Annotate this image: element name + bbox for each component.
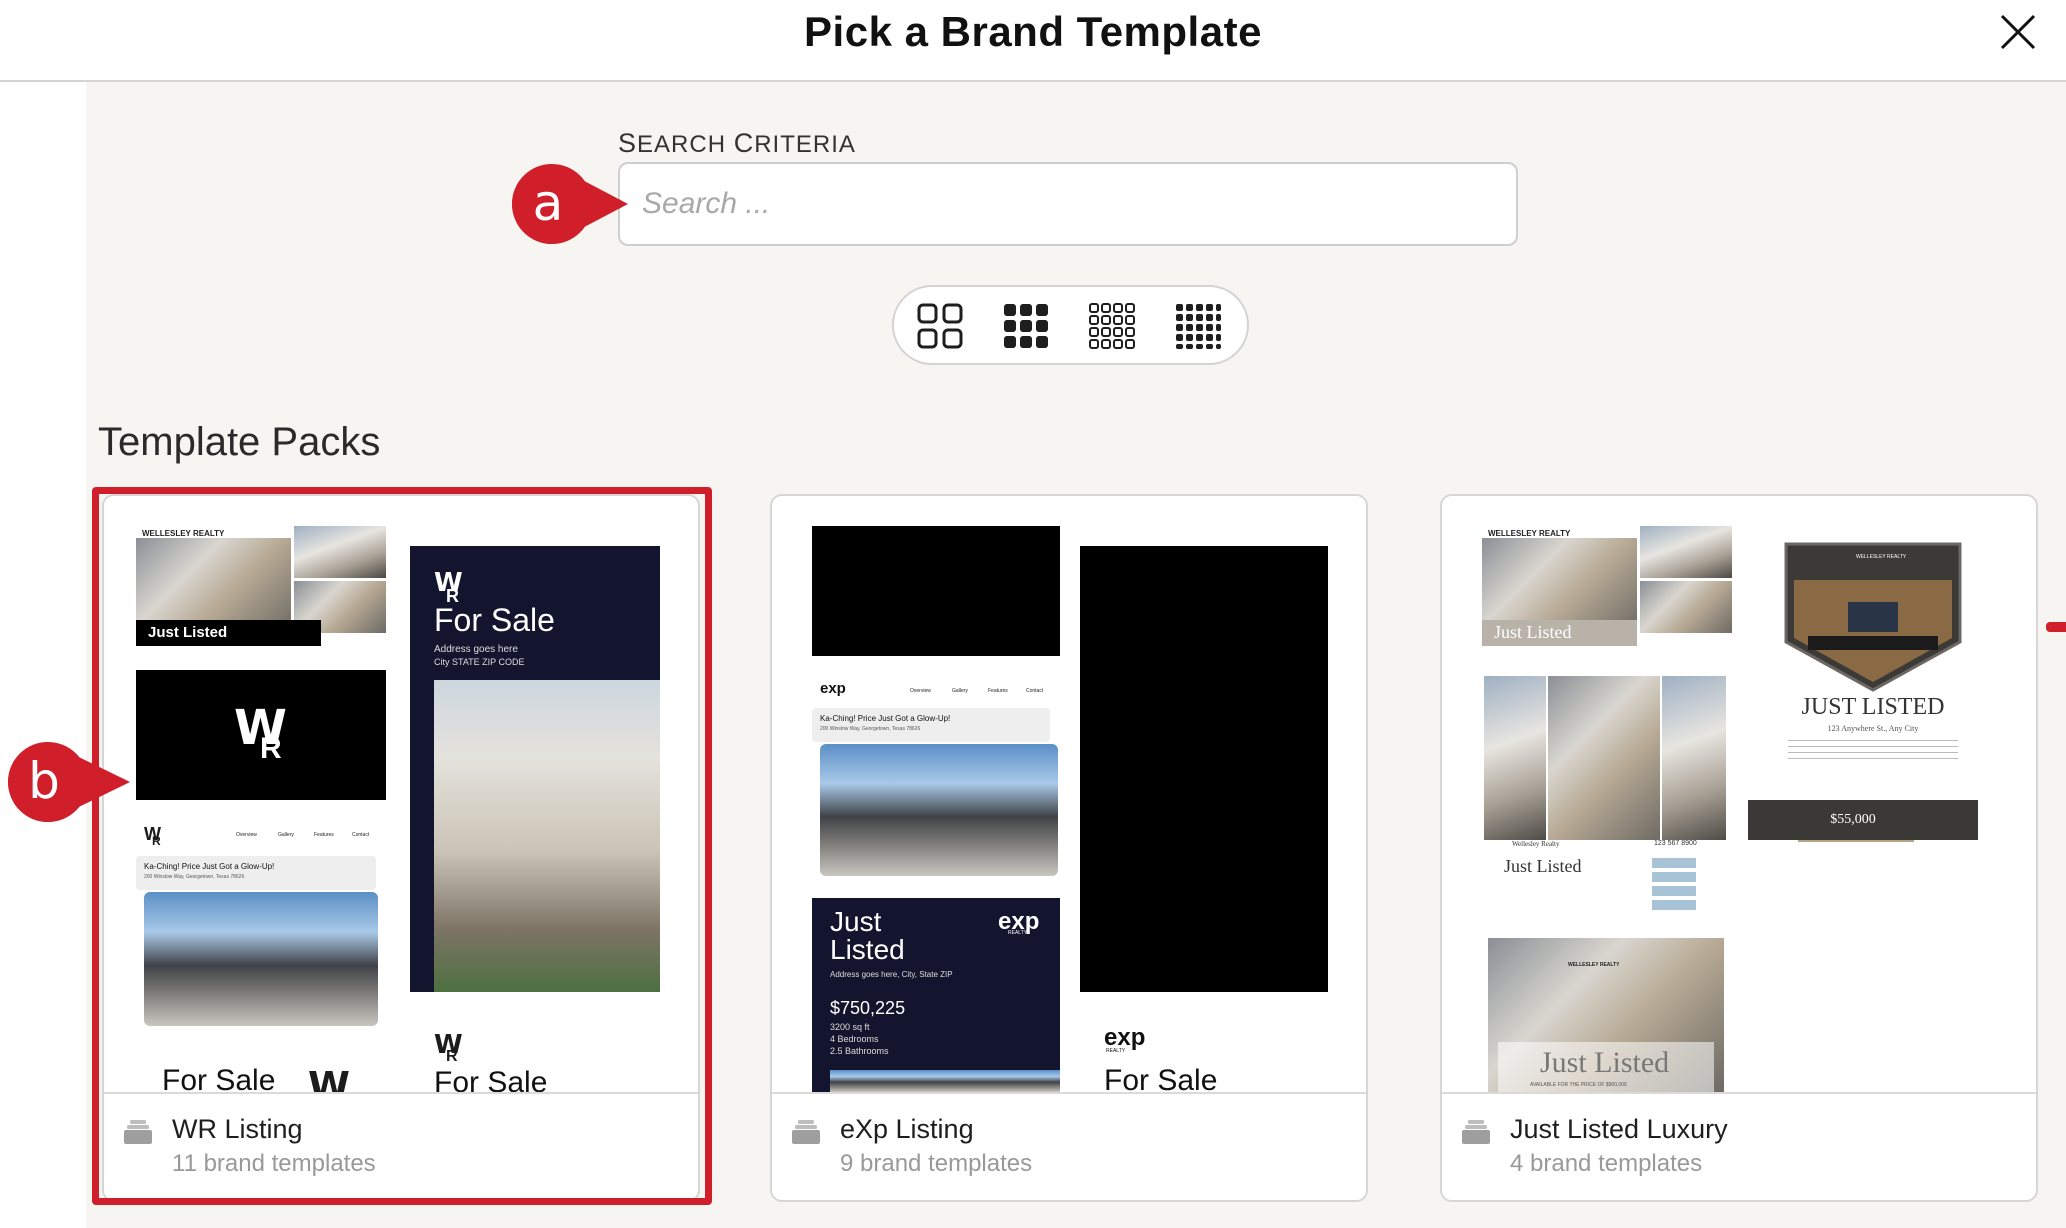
pack-footer: WR Listing 11 brand templates	[104, 1092, 698, 1200]
stack-icon	[1462, 1118, 1490, 1146]
pack-preview: WELLESLEY REALTY Just Listed W R For Sal…	[104, 496, 698, 1092]
pack-card-exp-listing[interactable]: exp Overview Gallery Features Contact Ka…	[770, 494, 1368, 1202]
search-input[interactable]	[618, 162, 1518, 246]
pack-preview: WELLESLEY REALTY Just Listed WELLESLEY R…	[1442, 496, 2036, 1092]
grid-4x4-icon[interactable]	[1088, 302, 1136, 350]
pack-footer: eXp Listing 9 brand templates	[772, 1092, 1366, 1200]
thumb-just-listed: WELLESLEY REALTY Just Listed	[136, 526, 386, 646]
dialog-body: SEARCH CRITERIA Search ... Template Pack…	[86, 82, 2066, 1228]
close-icon[interactable]	[1998, 12, 2038, 52]
thumb-interior: Wellesley Realty 123 567 8900	[1484, 676, 1726, 852]
thumb-black-block	[812, 526, 1060, 656]
thumb-logo-block: W R	[136, 670, 386, 800]
pack-name: Just Listed Luxury	[1510, 1114, 1728, 1144]
pack-count: 4 brand templates	[1510, 1150, 1703, 1177]
thumb-just-listed: WELLESLEY REALTY Just Listed	[1482, 526, 1732, 646]
pack-count: 11 brand templates	[172, 1150, 376, 1177]
pack-footer: Just Listed Luxury 4 brand templates	[1442, 1092, 2036, 1200]
thumb-shield-flyer: WELLESLEY REALTY JUST LISTED 123 Anywher…	[1748, 542, 1998, 842]
thumb-black-tall	[1080, 546, 1328, 992]
dialog-header: Pick a Brand Template	[0, 0, 2066, 82]
stack-icon	[792, 1118, 820, 1146]
pack-count: 9 brand templates	[840, 1150, 1033, 1177]
thumb-just-listed-flyer: Just Listed exp REALTY Address goes here…	[812, 898, 1060, 1092]
grid-size-toggle	[892, 285, 1249, 365]
thumb-for-sale-flyer: W R For Sale Address goes here City STAT…	[410, 546, 660, 992]
offscreen-marker	[2046, 622, 2066, 632]
grid-3x3-icon[interactable]	[1002, 302, 1050, 350]
dialog-title: Pick a Brand Template	[804, 8, 1262, 55]
grid-2x2-icon[interactable]	[916, 302, 964, 350]
pack-preview: exp Overview Gallery Features Contact Ka…	[772, 496, 1366, 1092]
thumb-webpage: exp Overview Gallery Features Contact Ka…	[812, 680, 1060, 880]
annotation-marker-b: b	[4, 738, 130, 826]
section-title: Template Packs	[98, 420, 381, 464]
pack-card-wr-listing[interactable]: WELLESLEY REALTY Just Listed W R For Sal…	[102, 494, 700, 1202]
search-criteria-label: SEARCH CRITERIA	[618, 128, 856, 158]
stack-icon	[124, 1118, 152, 1146]
pack-name: WR Listing	[172, 1114, 303, 1144]
annotation-marker-a: a	[508, 160, 628, 248]
thumb-webpage: W R Overview Gallery Features Contact Ka…	[136, 822, 386, 1032]
pack-card-just-listed-luxury[interactable]: WELLESLEY REALTY Just Listed WELLESLEY R…	[1440, 494, 2038, 1202]
grid-5x5-icon[interactable]	[1174, 302, 1222, 350]
pack-name: eXp Listing	[840, 1114, 974, 1144]
thumb-living-room: WELLESLEY REALTY Just Listed AVAILABLE F…	[1488, 938, 1724, 1092]
